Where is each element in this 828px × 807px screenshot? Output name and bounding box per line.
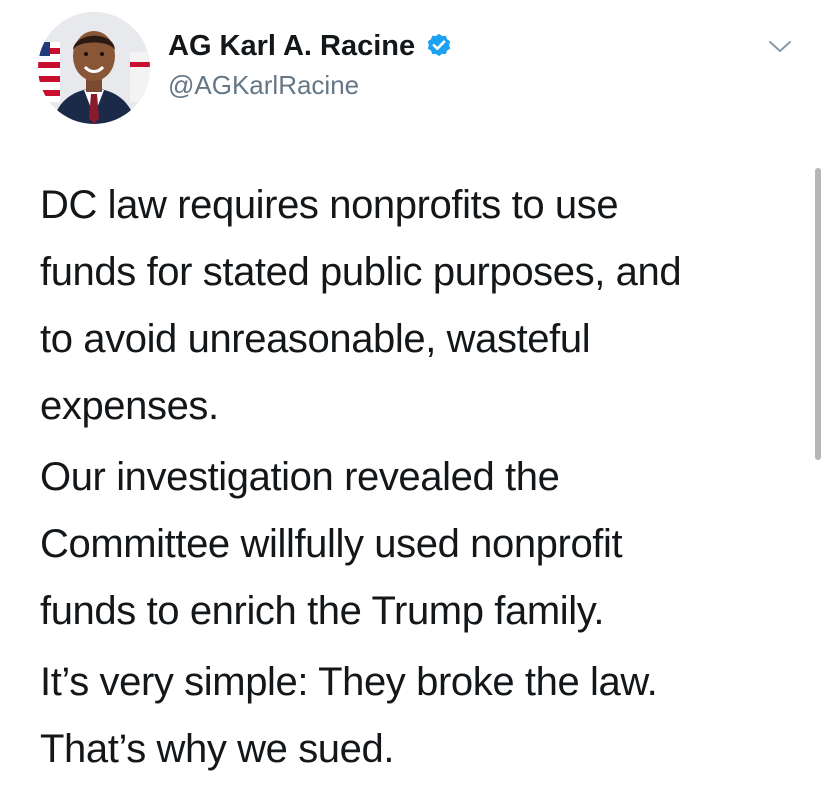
tweet-paragraph: It’s very simple: They broke the law. Th…	[40, 660, 658, 771]
chevron-down-icon[interactable]	[766, 36, 794, 56]
tweet-paragraph: Our investigation revealed the Committee…	[40, 455, 623, 633]
author-handle[interactable]: @AGKarlRacine	[168, 70, 359, 101]
tweet-card: AG Karl A. Racine @AGKarlRacine DC law r…	[0, 0, 828, 807]
tweet-body: DC law requires nonprofits to use funds …	[40, 172, 810, 787]
verified-badge-icon	[425, 32, 453, 60]
author-name-row[interactable]: AG Karl A. Racine	[168, 28, 453, 64]
avatar-photo-icon	[38, 12, 150, 124]
author-avatar[interactable]	[38, 12, 150, 124]
tweet-paragraph: DC law requires nonprofits to use funds …	[40, 183, 682, 428]
author-display-name[interactable]: AG Karl A. Racine	[168, 30, 415, 63]
scrollbar[interactable]	[815, 168, 821, 460]
